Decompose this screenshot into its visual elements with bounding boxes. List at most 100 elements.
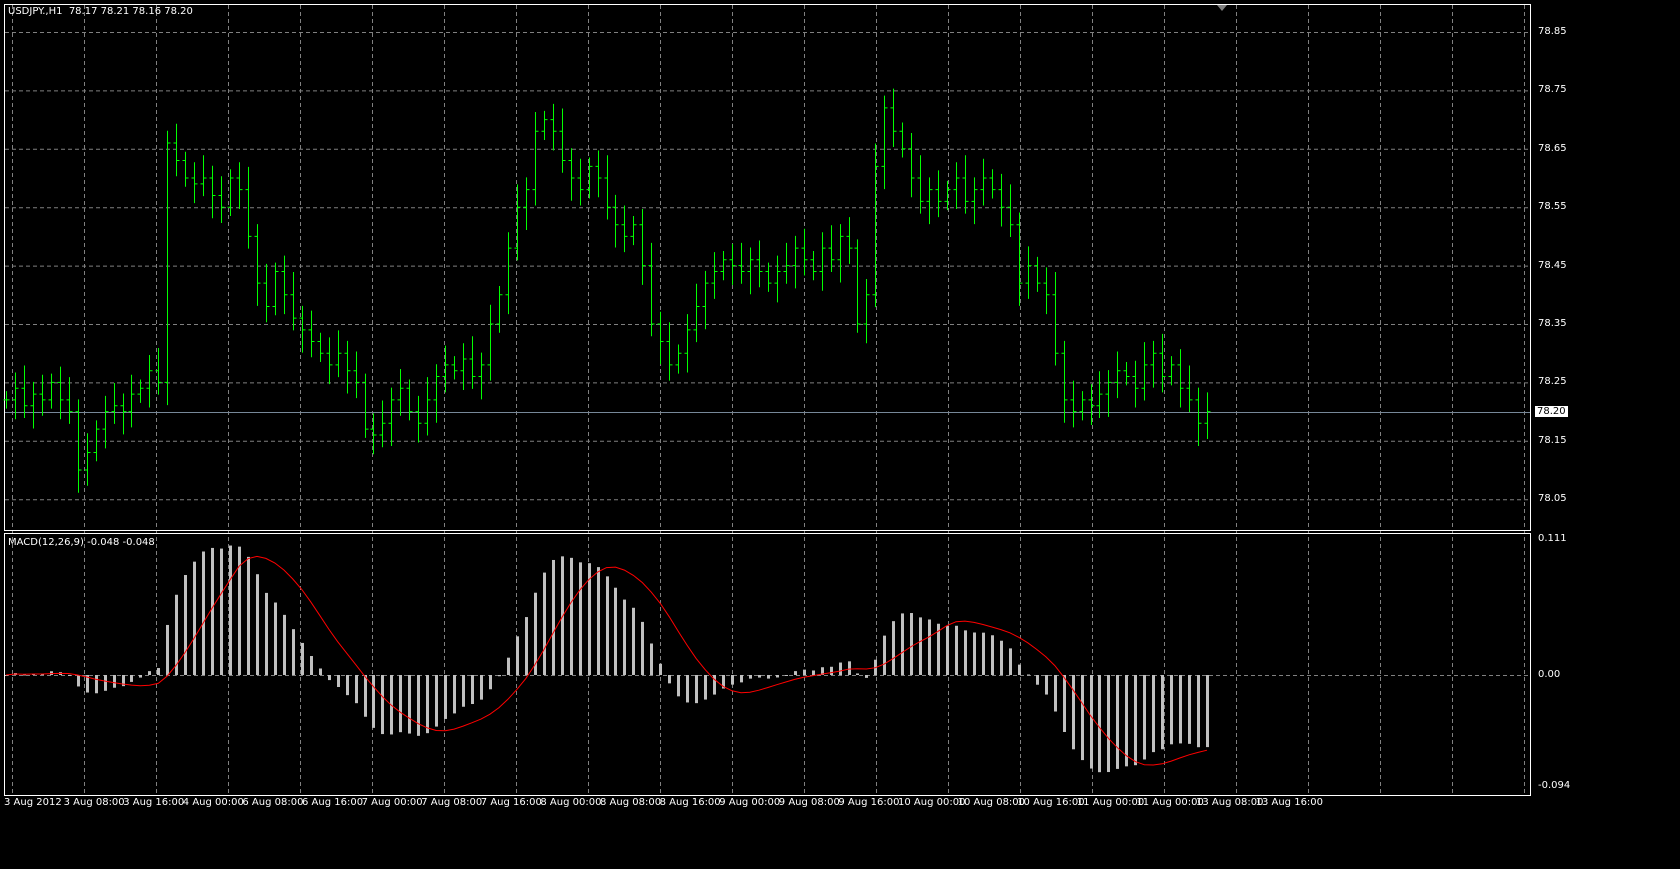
price-bar xyxy=(765,262,772,292)
price-bar xyxy=(962,155,969,214)
price-bar xyxy=(236,162,243,209)
macd-bar xyxy=(839,662,842,675)
time-tick: 13 Aug 16:00 xyxy=(1255,797,1324,808)
macd-bar xyxy=(283,614,286,675)
price-bar xyxy=(899,122,906,158)
price-bar xyxy=(1079,391,1086,421)
time-tick: 9 Aug 00:00 xyxy=(719,797,781,808)
price-bar xyxy=(1195,387,1202,447)
macd-bar xyxy=(830,666,833,675)
macd-bar xyxy=(892,621,895,675)
macd-bar xyxy=(623,599,626,675)
price-bar xyxy=(415,395,422,443)
time-tick: 3 Aug 08:00 xyxy=(63,797,125,808)
time-tick: 9 Aug 16:00 xyxy=(838,797,900,808)
macd-bar xyxy=(265,592,268,675)
price-bar xyxy=(604,155,611,220)
macd-bar xyxy=(480,675,483,700)
macd-bar xyxy=(910,613,913,675)
price-bar xyxy=(182,151,189,187)
price-tick: 78.65 xyxy=(1538,142,1567,154)
macd-bar xyxy=(955,625,958,675)
macd-bar xyxy=(157,668,160,675)
price-bar xyxy=(496,286,503,333)
price-bar xyxy=(684,314,691,373)
price-tick: 78.45 xyxy=(1538,259,1567,271)
price-tick: 78.75 xyxy=(1538,84,1567,96)
macd-bar xyxy=(785,675,788,676)
macd-bar xyxy=(731,675,734,685)
price-bar xyxy=(1168,356,1175,386)
price-bar xyxy=(998,173,1005,227)
price-tick: 78.25 xyxy=(1538,376,1567,388)
macd-bar xyxy=(471,675,474,705)
symbol: USDJPY.,H1 xyxy=(8,6,63,17)
ohlc-values: 78.17 78.21 78.16 78.20 xyxy=(68,6,193,17)
macd-bar xyxy=(507,657,510,675)
macd-bar xyxy=(901,613,904,675)
macd-bar xyxy=(848,661,851,675)
price-bar xyxy=(523,177,530,230)
price-bar xyxy=(379,400,386,448)
price-bar xyxy=(738,242,745,284)
price-bar xyxy=(1070,380,1077,428)
macd-bar xyxy=(68,674,71,676)
time-tick: 10 Aug 00:00 xyxy=(898,797,966,808)
price-bar xyxy=(1034,256,1041,292)
macd-axis-max: 0.111 xyxy=(1538,533,1567,544)
price-bar xyxy=(926,177,933,225)
macd-bar xyxy=(964,630,967,675)
price-bar xyxy=(200,155,207,197)
macd-bar xyxy=(641,621,644,675)
price-bar xyxy=(630,215,637,246)
macd-bar xyxy=(328,675,331,681)
price-bar xyxy=(30,381,37,429)
macd-bar xyxy=(1143,675,1146,760)
macd-bar xyxy=(749,675,752,679)
macd-bar xyxy=(130,675,133,682)
price-tick: 78.15 xyxy=(1538,434,1567,446)
price-bar xyxy=(648,242,655,337)
price-bar xyxy=(353,351,360,399)
macd-bar xyxy=(614,587,617,675)
price-bar xyxy=(335,330,342,378)
macd-bar xyxy=(1027,674,1030,676)
macd-bar xyxy=(1063,675,1066,732)
price-bar xyxy=(120,393,127,435)
price-bar xyxy=(424,377,431,436)
price-bar xyxy=(317,332,324,362)
macd-axis-zero: 0.00 xyxy=(1538,669,1561,680)
macd-axis-min: -0.094 xyxy=(1538,780,1571,791)
macd-bar xyxy=(1009,648,1012,675)
price-bar xyxy=(1043,267,1050,315)
price-bar xyxy=(146,354,153,408)
price-chart[interactable] xyxy=(0,0,1680,869)
macd-bar xyxy=(489,675,492,690)
price-bar xyxy=(1088,384,1095,426)
price-bar xyxy=(433,364,440,423)
price-bar xyxy=(1186,365,1193,413)
price-bar xyxy=(774,255,781,303)
macd-bar xyxy=(444,675,447,719)
macd-bar xyxy=(408,675,411,734)
macd-bar xyxy=(462,675,465,707)
price-bar xyxy=(505,232,512,315)
macd-bar xyxy=(364,675,367,717)
price-bar xyxy=(1204,392,1211,440)
price-bar xyxy=(595,150,602,198)
price-bar xyxy=(442,345,449,393)
price-bar xyxy=(1016,212,1023,306)
time-tick: 10 Aug 16:00 xyxy=(1017,797,1085,808)
macd-bar xyxy=(597,567,600,675)
price-bar xyxy=(1105,370,1112,417)
price-tick: 78.55 xyxy=(1538,201,1567,213)
time-tick: 4 Aug 00:00 xyxy=(182,797,244,808)
macd-bar xyxy=(1054,675,1057,712)
macd-bar xyxy=(139,675,142,678)
shift-marker-icon[interactable] xyxy=(1217,5,1227,11)
price-bar xyxy=(48,373,55,409)
price-bar xyxy=(1052,272,1059,366)
macd-bar xyxy=(1045,675,1048,695)
macd-bar xyxy=(292,629,295,675)
macd-bar xyxy=(776,675,779,678)
